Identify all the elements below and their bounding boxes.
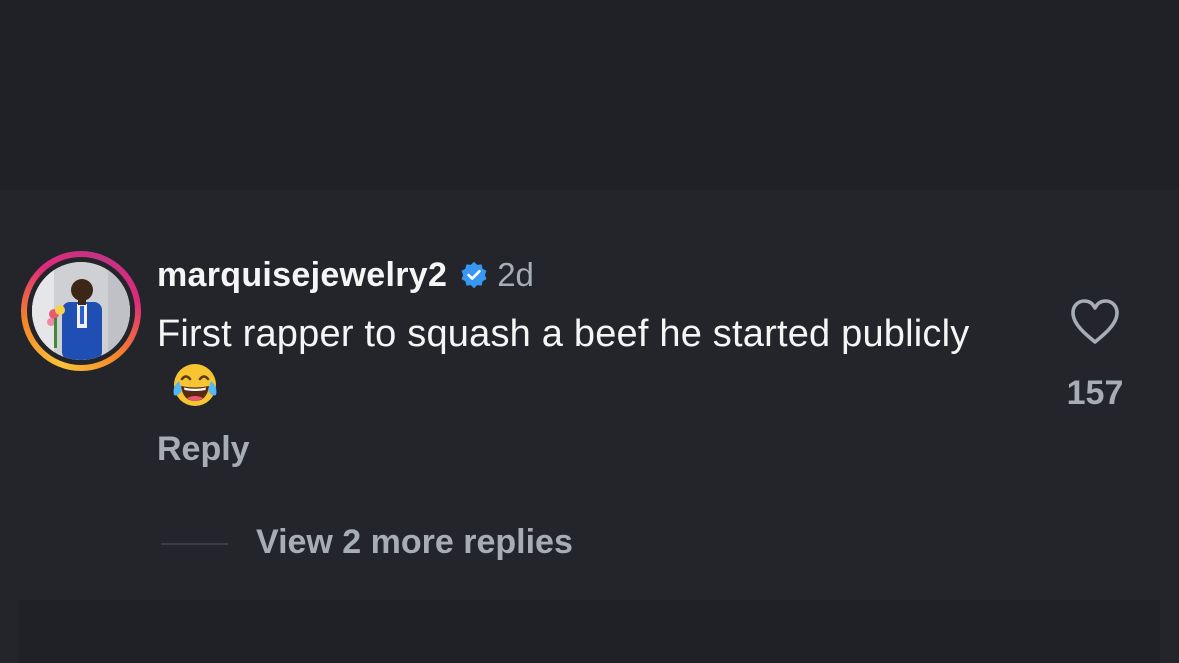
comment-text: First rapper to squash a beef he started… — [157, 313, 970, 355]
comment-body: First rapper to squash a beef he started… — [157, 309, 1017, 411]
story-ring[interactable] — [21, 251, 141, 371]
avatar[interactable] — [32, 262, 130, 360]
like-count: 157 — [1066, 374, 1124, 412]
reply-button[interactable]: Reply — [157, 430, 250, 469]
top-area — [0, 0, 1179, 190]
laughing-tears-emoji-icon — [169, 359, 221, 411]
comment-header: marquisejewelry2 2d — [157, 253, 534, 297]
timestamp: 2d — [497, 256, 534, 293]
heart-outline-icon — [1071, 299, 1119, 344]
username[interactable]: marquisejewelry2 — [157, 256, 447, 295]
verified-badge-icon — [459, 260, 489, 290]
like-button[interactable] — [1068, 296, 1122, 348]
replies-divider — [161, 543, 228, 545]
avatar-image — [32, 262, 130, 360]
next-comment-placeholder — [19, 600, 1160, 663]
view-more-replies-button[interactable]: View 2 more replies — [256, 523, 573, 562]
